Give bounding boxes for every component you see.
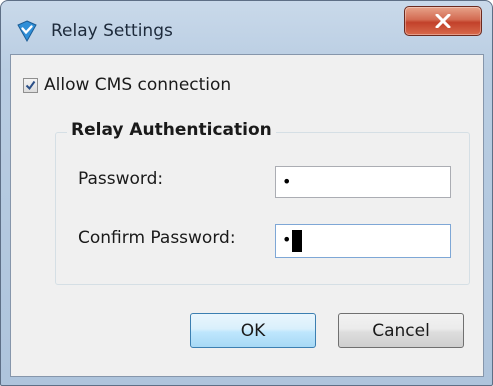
relay-authentication-group: Relay Authentication Password: • Confirm… bbox=[55, 120, 470, 285]
confirm-password-field[interactable]: • bbox=[275, 224, 451, 258]
allow-cms-row: Allow CMS connection bbox=[23, 75, 231, 95]
ok-button[interactable]: OK bbox=[190, 313, 316, 348]
close-icon bbox=[435, 14, 451, 28]
password-field[interactable]: • bbox=[275, 166, 451, 198]
window-title: Relay Settings bbox=[51, 21, 173, 41]
dialog-body: Allow CMS connection Relay Authenticatio… bbox=[10, 54, 484, 377]
password-label: Password: bbox=[78, 169, 164, 189]
relay-settings-window: Relay Settings Allow CMS connection Rela… bbox=[0, 0, 493, 386]
close-button[interactable] bbox=[404, 6, 482, 36]
relay-authentication-title: Relay Authentication bbox=[67, 120, 276, 140]
confirm-password-value: • bbox=[282, 230, 292, 249]
text-caret bbox=[292, 229, 303, 252]
allow-cms-label[interactable]: Allow CMS connection bbox=[44, 75, 231, 95]
password-value: • bbox=[282, 172, 292, 191]
cancel-button[interactable]: Cancel bbox=[338, 313, 464, 348]
allow-cms-checkbox[interactable] bbox=[23, 77, 38, 93]
checkmark-icon bbox=[25, 80, 36, 90]
title-bar[interactable]: Relay Settings bbox=[1, 1, 492, 49]
confirm-password-label: Confirm Password: bbox=[78, 228, 236, 248]
shield-check-icon bbox=[17, 20, 37, 43]
